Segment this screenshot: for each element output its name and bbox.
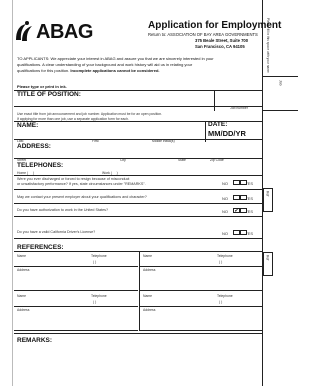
contact-no-checkbox[interactable] bbox=[233, 195, 240, 200]
logo-text: ABAG bbox=[36, 21, 93, 43]
license-no-label: NO bbox=[222, 231, 228, 236]
ref-rule bbox=[140, 330, 262, 331]
first-name-label: First bbox=[92, 139, 99, 143]
ref-phone-parens: ( ) bbox=[219, 260, 223, 264]
authorization-question: Do you have authorization to work in the… bbox=[17, 208, 109, 212]
name-field[interactable] bbox=[17, 129, 202, 139]
license-no-checkbox[interactable] bbox=[233, 230, 240, 235]
address-underline bbox=[14, 158, 262, 159]
ref-rule bbox=[14, 266, 138, 267]
ref-phone-parens: ( ) bbox=[93, 300, 97, 304]
remarks-field[interactable] bbox=[17, 346, 257, 382]
remarks-label: REMARKS: bbox=[17, 337, 53, 344]
address-line1: 375 Beale Street, Suite 700 bbox=[195, 38, 249, 43]
contact-question: May we contact your present employer abo… bbox=[17, 195, 147, 199]
side-job-label: Job bbox=[278, 80, 283, 86]
address-field[interactable] bbox=[17, 150, 257, 157]
ref-address-label: Address bbox=[17, 308, 30, 312]
city-label: City bbox=[120, 158, 126, 162]
intro-line-1: TO APPLICANTS: We appreciate your intere… bbox=[17, 56, 214, 61]
contact-no-label: NO bbox=[222, 196, 228, 201]
ref-phone-parens: ( ) bbox=[93, 260, 97, 264]
side-divider bbox=[262, 110, 298, 111]
discharged-no-label: NO bbox=[222, 181, 228, 186]
discharged-yes-checkbox[interactable] bbox=[240, 180, 247, 185]
job-number-field[interactable] bbox=[216, 93, 260, 104]
reference-1[interactable]: Name Telephone ( ) Address bbox=[14, 251, 138, 291]
ref-telephone-label: Telephone bbox=[91, 254, 107, 258]
middle-initial-label: Middle initial(s) bbox=[152, 139, 175, 143]
section-rule bbox=[14, 175, 262, 176]
ref-rule bbox=[14, 306, 138, 307]
authorization-no-checkbox[interactable]: ✔ bbox=[233, 208, 240, 214]
abag-logo-mark-icon bbox=[16, 21, 32, 41]
license-question: Do you have a valid California Driver's … bbox=[17, 230, 96, 234]
intro-line-2: qualifications. A clear understanding of… bbox=[17, 62, 193, 67]
title-underline bbox=[14, 106, 262, 107]
side-divider bbox=[262, 76, 298, 77]
references-column-divider bbox=[139, 251, 140, 291]
ref-address-label: Address bbox=[17, 268, 30, 272]
home-phone-field[interactable] bbox=[38, 168, 88, 174]
return-to: Return to: ASSOCIATION OF BAY AREA GOVER… bbox=[148, 32, 258, 37]
ref-address-label: Address bbox=[143, 268, 156, 272]
title-of-position-field[interactable] bbox=[17, 99, 212, 106]
name-underline bbox=[14, 139, 262, 140]
date-field[interactable]: MM/DD/YR bbox=[208, 130, 246, 138]
ref-name-label: Name bbox=[143, 294, 153, 298]
section-rule bbox=[14, 333, 262, 334]
discharged-question-line-2: or unsatisfactory performance? If yes, s… bbox=[17, 182, 146, 186]
ref-telephone-label: Telephone bbox=[217, 294, 233, 298]
section-rule bbox=[14, 238, 262, 239]
print-note: Please type or print in ink. bbox=[17, 84, 67, 89]
question-rule bbox=[14, 189, 262, 190]
ref-name-label: Name bbox=[17, 294, 27, 298]
ref-rule bbox=[14, 330, 138, 331]
ref-telephone-label: Telephone bbox=[91, 294, 107, 298]
discharged-no-checkbox[interactable] bbox=[233, 180, 240, 185]
exact-title-note-1: Use exact title from job announcement an… bbox=[17, 112, 163, 116]
ref-address-label: Address bbox=[143, 308, 156, 312]
question-rule bbox=[14, 216, 262, 217]
reference-2[interactable]: Name Telephone ( ) Address bbox=[140, 251, 262, 291]
authorization-no-label: NO bbox=[222, 209, 228, 214]
question-rule bbox=[14, 203, 262, 204]
zip-code-label: Zip Code bbox=[210, 158, 224, 162]
intro-line-3: qualifications for this position. Incomp… bbox=[17, 68, 160, 73]
references-column-divider bbox=[139, 291, 140, 331]
ref-rule bbox=[140, 266, 262, 267]
authorization-yes-checkbox[interactable] bbox=[240, 208, 247, 213]
job-number-divider bbox=[214, 91, 215, 111]
work-phone-field[interactable] bbox=[124, 168, 184, 174]
reference-3[interactable]: Name Telephone ( ) Address bbox=[14, 291, 138, 331]
ref-name-label: Name bbox=[143, 254, 153, 258]
license-yes-checkbox[interactable] bbox=[240, 230, 247, 235]
title-of-position-label: TITLE OF POSITION: bbox=[17, 91, 81, 98]
contact-yes-checkbox[interactable] bbox=[240, 195, 247, 200]
date-label: DATE: bbox=[208, 121, 228, 128]
page-title: Application for Employment bbox=[148, 20, 282, 31]
ref-rule bbox=[140, 306, 262, 307]
job-number-label: Job number bbox=[230, 106, 248, 110]
ref-name-label: Name bbox=[17, 254, 27, 258]
state-label: State bbox=[178, 158, 186, 162]
left-page-border bbox=[12, 0, 13, 386]
side-tab-label: Ref bbox=[265, 255, 270, 261]
side-tab-label: Ref bbox=[265, 191, 270, 197]
ref-telephone-label: Telephone bbox=[217, 254, 233, 258]
ref-phone-parens: ( ) bbox=[219, 300, 223, 304]
address-line2: San Francisco, CA 94105 bbox=[195, 44, 245, 49]
reference-4[interactable]: Name Telephone ( ) Address bbox=[140, 291, 262, 331]
abag-logo: ABAG bbox=[14, 20, 93, 49]
